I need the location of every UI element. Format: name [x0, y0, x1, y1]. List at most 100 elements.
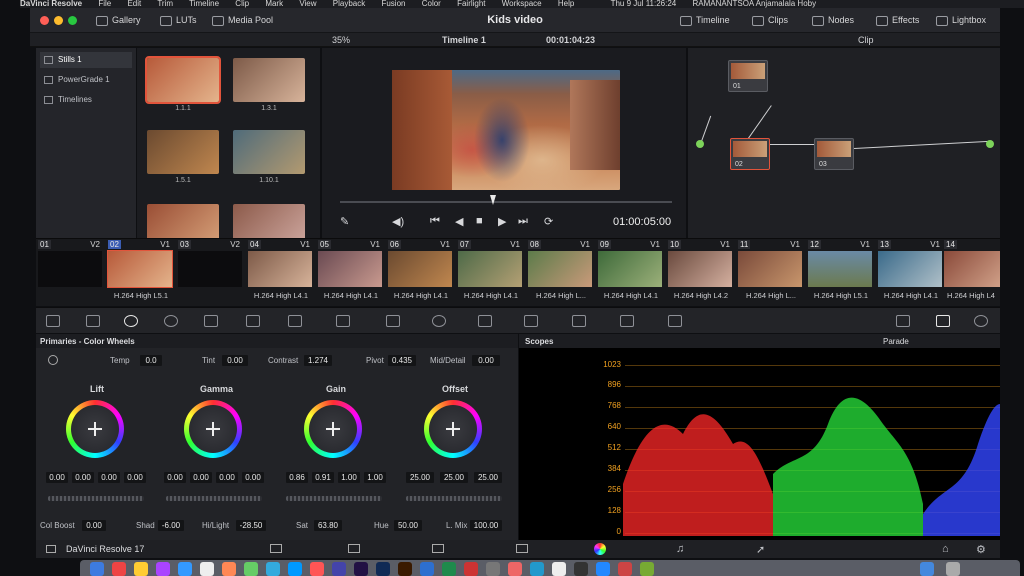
- photoshop-icon[interactable]: [376, 562, 390, 576]
- gamma-r[interactable]: 0.00: [190, 472, 212, 483]
- still-thumbnail[interactable]: [147, 130, 219, 174]
- menu-edit[interactable]: Edit: [127, 0, 141, 8]
- sat-field[interactable]: 63.80: [314, 520, 342, 531]
- 3d-icon[interactable]: [668, 315, 682, 327]
- hilight-field[interactable]: -28.50: [236, 520, 266, 531]
- clip-item[interactable]: 04 V1 H.264 High L4.1: [246, 239, 314, 303]
- lift-g[interactable]: 0.00: [98, 472, 120, 483]
- media-pool-button[interactable]: Media Pool: [212, 13, 273, 28]
- camera-raw-icon[interactable]: [46, 315, 60, 327]
- lmix-field[interactable]: 100.00: [470, 520, 502, 531]
- audio-icon[interactable]: ◀): [392, 215, 404, 228]
- menu-view[interactable]: View: [299, 0, 316, 8]
- excel-icon[interactable]: [442, 562, 456, 576]
- clip-item[interactable]: 06 V1 H.264 High L4.1: [386, 239, 454, 303]
- sidebar-item-powergrade[interactable]: PowerGrade 1: [40, 72, 132, 88]
- color-page-icon[interactable]: [594, 543, 606, 555]
- trash-icon[interactable]: [946, 562, 960, 576]
- gallery-button[interactable]: Gallery: [96, 13, 141, 28]
- motion-effects-icon[interactable]: [246, 315, 260, 327]
- word-icon[interactable]: [420, 562, 434, 576]
- play-reverse-button[interactable]: ◀: [455, 215, 463, 228]
- menu-trim[interactable]: Trim: [157, 0, 173, 8]
- pivot-field[interactable]: 0.435: [388, 355, 416, 366]
- node-03[interactable]: 03: [814, 138, 854, 170]
- folder-icon[interactable]: [920, 562, 934, 576]
- menu-mark[interactable]: Mark: [265, 0, 283, 8]
- scope-mode-select[interactable]: Parade: [883, 337, 909, 346]
- gamma-wheel[interactable]: [184, 400, 242, 458]
- gain-y[interactable]: 0.86: [286, 472, 308, 483]
- menu-playback[interactable]: Playback: [333, 0, 365, 8]
- picker-icon[interactable]: ✎: [340, 215, 349, 228]
- clip-item[interactable]: 05 V1 H.264 High L4.1: [316, 239, 384, 303]
- colboost-field[interactable]: 0.00: [82, 520, 106, 531]
- clip-item[interactable]: 12 V1 H.264 High L5.1: [806, 239, 874, 303]
- clip-item[interactable]: 11 V1 H.264 High L...: [736, 239, 804, 303]
- shad-field[interactable]: -6.00: [158, 520, 184, 531]
- clip-item[interactable]: 03 V2: [176, 239, 244, 303]
- timeline-button[interactable]: Timeline: [680, 13, 730, 28]
- viewer-scrubber[interactable]: [340, 201, 672, 203]
- color-wheels-icon[interactable]: [124, 315, 138, 327]
- app-icon[interactable]: [244, 562, 258, 576]
- safari-icon[interactable]: [178, 562, 192, 576]
- clip-item[interactable]: 08 V1 H.264 High L...: [526, 239, 594, 303]
- viewer-frame[interactable]: [392, 70, 620, 190]
- blur-icon[interactable]: [524, 315, 538, 327]
- fairlight-page-icon[interactable]: ♫: [676, 543, 684, 555]
- app-icon[interactable]: [618, 562, 632, 576]
- effects-button[interactable]: Effects: [876, 13, 919, 28]
- app-icon[interactable]: [508, 562, 522, 576]
- contrast-field[interactable]: 1.274: [304, 355, 332, 366]
- timeline-select[interactable]: Timeline 1: [442, 34, 486, 46]
- color-warper-icon[interactable]: [336, 315, 350, 327]
- app-icon[interactable]: [266, 562, 280, 576]
- settings-gear-icon[interactable]: ⚙: [976, 543, 986, 556]
- menu-timeline[interactable]: Timeline: [189, 0, 219, 8]
- menu-app[interactable]: DaVinci Resolve: [20, 0, 82, 8]
- qualifier-icon[interactable]: [386, 315, 400, 327]
- gain-wheel[interactable]: [304, 400, 362, 458]
- lift-master-slider[interactable]: [48, 496, 144, 501]
- clip-item[interactable]: 02 V1 H.264 High L5.1: [106, 239, 174, 303]
- menu-file[interactable]: File: [98, 0, 111, 8]
- luts-button[interactable]: LUTs: [160, 13, 197, 28]
- auto-balance-icon[interactable]: [48, 355, 58, 365]
- menu-clip[interactable]: Clip: [235, 0, 249, 8]
- node-01[interactable]: 01: [728, 60, 768, 92]
- lift-wheel[interactable]: [66, 400, 124, 458]
- temp-field[interactable]: 0.0: [140, 355, 162, 366]
- close-window-button[interactable]: [40, 16, 49, 25]
- settings-icon[interactable]: [486, 562, 500, 576]
- photos-icon[interactable]: [222, 562, 236, 576]
- middetail-field[interactable]: 0.00: [472, 355, 500, 366]
- music-icon[interactable]: [310, 562, 324, 576]
- lift-y[interactable]: 0.00: [46, 472, 68, 483]
- app-icon[interactable]: [156, 562, 170, 576]
- stop-button[interactable]: ■: [476, 215, 483, 227]
- lift-b[interactable]: 0.00: [124, 472, 146, 483]
- node-02[interactable]: 02: [730, 138, 770, 170]
- gain-b[interactable]: 1.00: [364, 472, 386, 483]
- edit-page-icon[interactable]: [432, 544, 444, 553]
- play-button[interactable]: ▶: [498, 215, 506, 228]
- cut-page-icon[interactable]: [348, 544, 360, 553]
- gain-r[interactable]: 0.91: [312, 472, 334, 483]
- fusion-page-icon[interactable]: [516, 544, 528, 553]
- zoom-select[interactable]: 35%: [332, 34, 350, 46]
- gamma-b[interactable]: 0.00: [242, 472, 264, 483]
- key-icon[interactable]: [572, 315, 586, 327]
- scopes-icon[interactable]: [936, 315, 950, 327]
- app-icon[interactable]: [574, 562, 588, 576]
- skip-start-button[interactable]: ⏮: [430, 215, 440, 228]
- clip-item[interactable]: 01 V2: [36, 239, 104, 303]
- still-thumbnail[interactable]: [233, 58, 305, 102]
- app-icon[interactable]: [464, 562, 478, 576]
- clips-button[interactable]: Clips: [752, 13, 788, 28]
- node-output-dot[interactable]: [986, 140, 994, 148]
- offset-r[interactable]: 25.00: [406, 472, 434, 483]
- menu-color[interactable]: Color: [422, 0, 441, 8]
- sidebar-item-timelines[interactable]: Timelines: [40, 92, 132, 108]
- clip-item[interactable]: 10 V1 H.264 High L4.2: [666, 239, 734, 303]
